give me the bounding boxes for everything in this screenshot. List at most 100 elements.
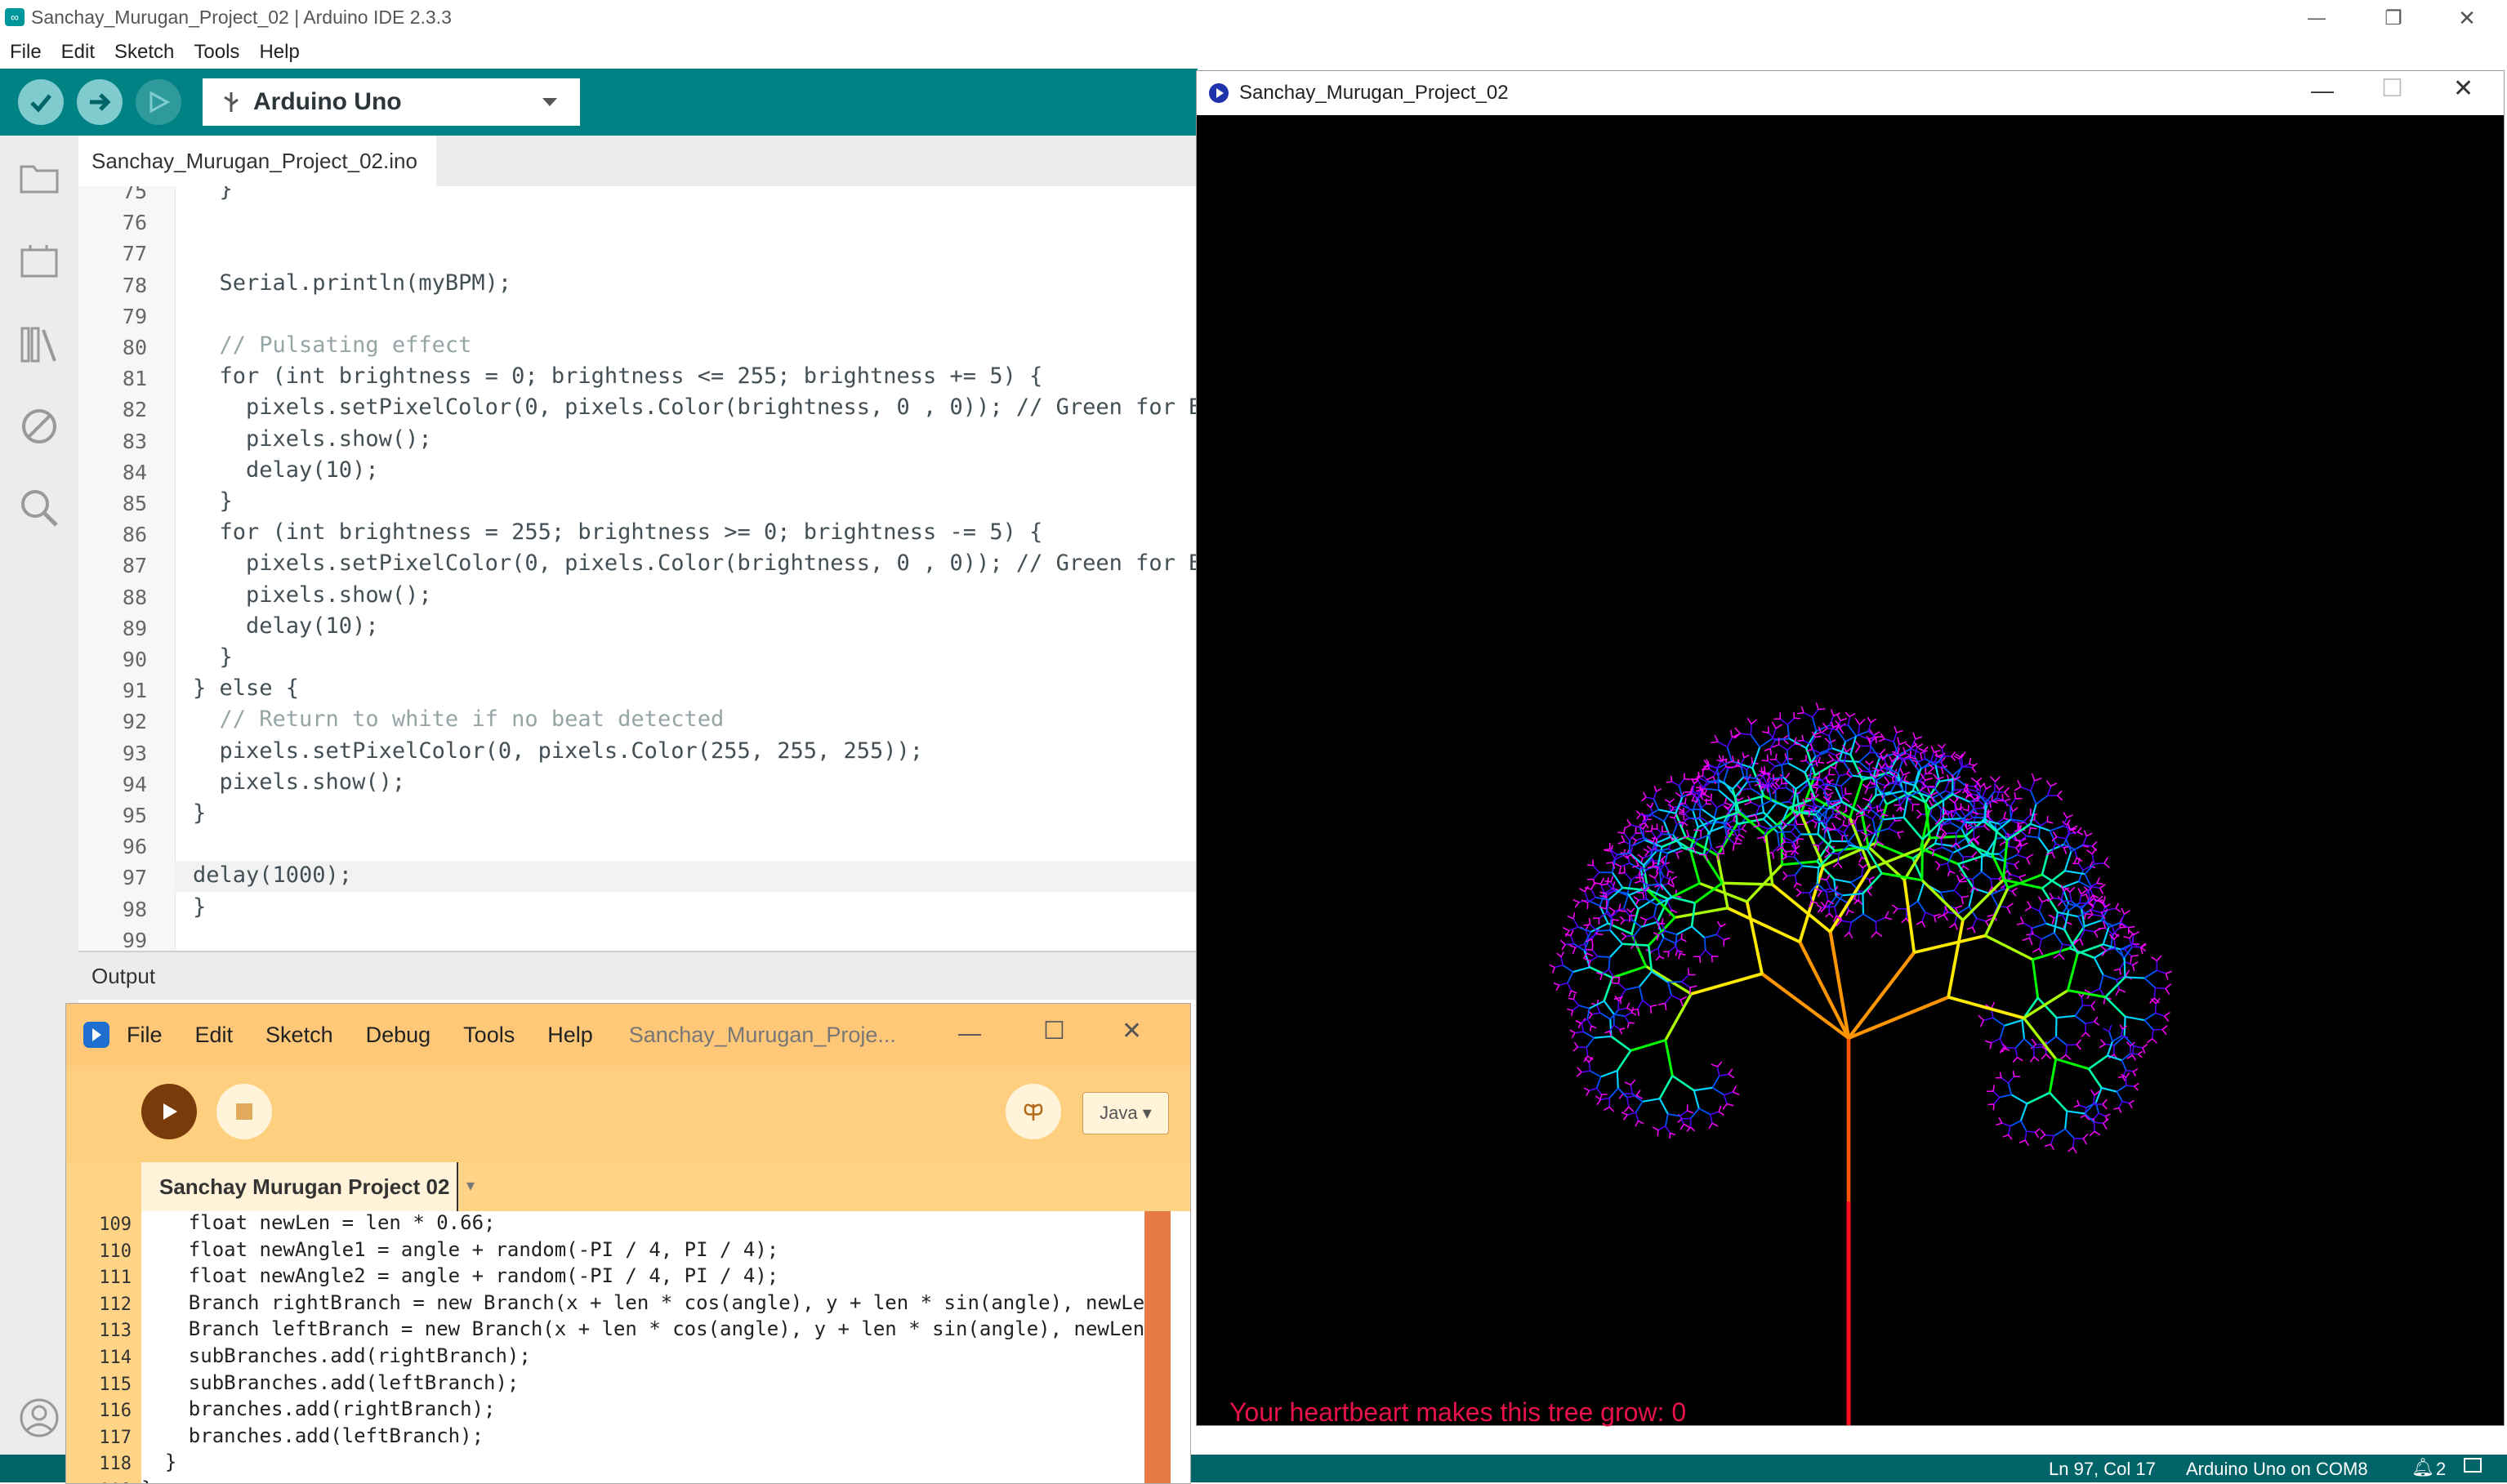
tree-branch	[2073, 1139, 2074, 1148]
debugger-toggle-button[interactable]	[1006, 1084, 1061, 1139]
line-number: 83	[78, 430, 147, 453]
minimize-button[interactable]: —	[2292, 0, 2341, 36]
bell-icon[interactable]: 🔔︎	[2411, 1457, 2434, 1478]
verify-button[interactable]	[18, 79, 64, 125]
tree-branch	[2123, 1076, 2126, 1081]
tree-branch	[1961, 758, 1962, 767]
tree-branch	[2094, 1017, 2098, 1022]
tree-branch	[1604, 849, 1610, 850]
tree-branch	[2078, 863, 2083, 870]
tree-branch	[2122, 1102, 2130, 1103]
account-button[interactable]	[15, 1393, 64, 1442]
tree-branch	[1617, 853, 1630, 855]
tree-branch	[1727, 1104, 1733, 1106]
panel-toggle-icon[interactable]	[2464, 1458, 2482, 1473]
tree-branch	[1733, 1086, 1736, 1093]
processing-scrollbar[interactable]	[1144, 1211, 1171, 1484]
tree-branch	[1829, 914, 1833, 917]
tree-branch	[2143, 1048, 2145, 1054]
menu-sketch[interactable]: Sketch	[114, 41, 174, 64]
menu-edit[interactable]: Edit	[61, 41, 95, 64]
tab-sketch-file[interactable]: Sanchay_Murugan_Project_02.ino	[78, 136, 436, 186]
tree-branch	[2067, 815, 2072, 818]
menu-tools[interactable]: Tools	[194, 41, 239, 64]
tree-branch	[2091, 910, 2101, 912]
boards-manager-button[interactable]	[15, 237, 64, 286]
tree-branch	[1794, 825, 1800, 834]
search-button[interactable]	[15, 484, 64, 533]
upload-button[interactable]	[77, 79, 123, 125]
tree-branch	[2014, 792, 2015, 799]
tree-branch	[2032, 948, 2069, 960]
sketch-close-button[interactable]: ✕	[2453, 74, 2474, 103]
tree-branch	[1618, 983, 1626, 990]
mode-selector[interactable]: Java ▾	[1082, 1092, 1169, 1134]
debug-button[interactable]	[136, 79, 181, 125]
tree-branch	[2165, 1012, 2170, 1016]
pde-menu-debug[interactable]: Debug	[366, 1023, 431, 1048]
output-panel-label[interactable]: Output	[78, 951, 1198, 1000]
processing-code-editor[interactable]: float newLen = len * 0.66; float newAngl…	[141, 1211, 1191, 1484]
tree-branch	[2132, 1055, 2135, 1060]
tree-branch	[1593, 866, 1599, 872]
pde-menu-file[interactable]: File	[127, 1023, 163, 1048]
tree-branch	[1627, 1098, 1629, 1107]
tree-branch	[2009, 1134, 2012, 1139]
restore-button[interactable]: ❐	[2369, 0, 2418, 36]
tree-branch	[1955, 791, 1961, 794]
tree-branch	[2015, 1049, 2017, 1058]
tree-branch	[1682, 822, 1683, 827]
sketchbook-button[interactable]	[15, 154, 64, 203]
tree-branch	[1919, 748, 1924, 751]
tree-branch	[2050, 831, 2056, 844]
tree-branch	[1654, 791, 1657, 799]
sketch-maximize-button[interactable]: ☐	[2381, 74, 2403, 103]
tree-branch	[1643, 893, 1644, 898]
line-number: 113	[66, 1321, 132, 1341]
tree-branch	[2048, 787, 2051, 795]
tree-branch	[2085, 914, 2091, 915]
tree-branch	[1630, 1085, 1632, 1094]
pde-menu-tools[interactable]: Tools	[463, 1023, 515, 1048]
tree-branch	[1641, 922, 1657, 927]
run-button[interactable]	[141, 1084, 197, 1139]
board-selector[interactable]: Arduino Uno	[203, 78, 580, 126]
tree-branch	[2014, 865, 2018, 870]
pde-menu-help[interactable]: Help	[547, 1023, 593, 1048]
chevron-down-icon	[541, 96, 559, 108]
tree-branch	[1838, 863, 1842, 868]
pde-menu-sketch[interactable]: Sketch	[265, 1023, 333, 1048]
sketch-canvas[interactable]: Your heartbeart makes this tree grow: 0	[1197, 115, 2504, 1425]
menu-help[interactable]: Help	[259, 41, 299, 64]
tree-branch	[2079, 1105, 2086, 1107]
tree-branch	[2063, 881, 2079, 887]
tree-branch	[1764, 766, 1765, 772]
tree-branch	[1954, 890, 1961, 897]
stop-button[interactable]	[216, 1084, 272, 1139]
close-button[interactable]: ✕	[2442, 0, 2491, 36]
pde-maximize-button[interactable]: ☐	[1043, 1017, 1065, 1045]
debugger-button[interactable]	[15, 402, 64, 451]
pde-minimize-button[interactable]: —	[958, 1020, 981, 1046]
code-editor[interactable]: 75 }767778 Serial.println(myBPM);7980 //…	[78, 186, 1198, 951]
library-manager-button[interactable]	[15, 320, 64, 369]
tree-branch	[1659, 956, 1664, 959]
tab-menu-chevron-icon[interactable]: ▾	[466, 1175, 475, 1196]
tree-branch	[1589, 1063, 1590, 1072]
board-port-status[interactable]: Arduino Uno on COM8	[2186, 1459, 2368, 1480]
tree-branch	[1666, 1041, 1672, 1076]
tree-branch	[2030, 1057, 2034, 1062]
sketch-minimize-button[interactable]: —	[2311, 78, 2334, 104]
pde-menu-edit[interactable]: Edit	[195, 1023, 234, 1048]
tree-branch	[1719, 755, 1721, 760]
tree-branch	[1646, 966, 1691, 994]
pde-close-button[interactable]: ✕	[1122, 1017, 1142, 1045]
tree-branch	[2099, 1044, 2105, 1047]
tree-branch	[2099, 928, 2106, 929]
code-line: Branch rightBranch = new Branch(x + len …	[141, 1291, 1157, 1314]
tree-branch	[1947, 871, 1950, 876]
tree-branch	[1627, 909, 1631, 912]
menu-file[interactable]: File	[10, 41, 42, 64]
tree-branch	[1680, 954, 1686, 956]
processing-sketch-tab[interactable]: Sanchay Murugan Project 02	[141, 1162, 458, 1211]
